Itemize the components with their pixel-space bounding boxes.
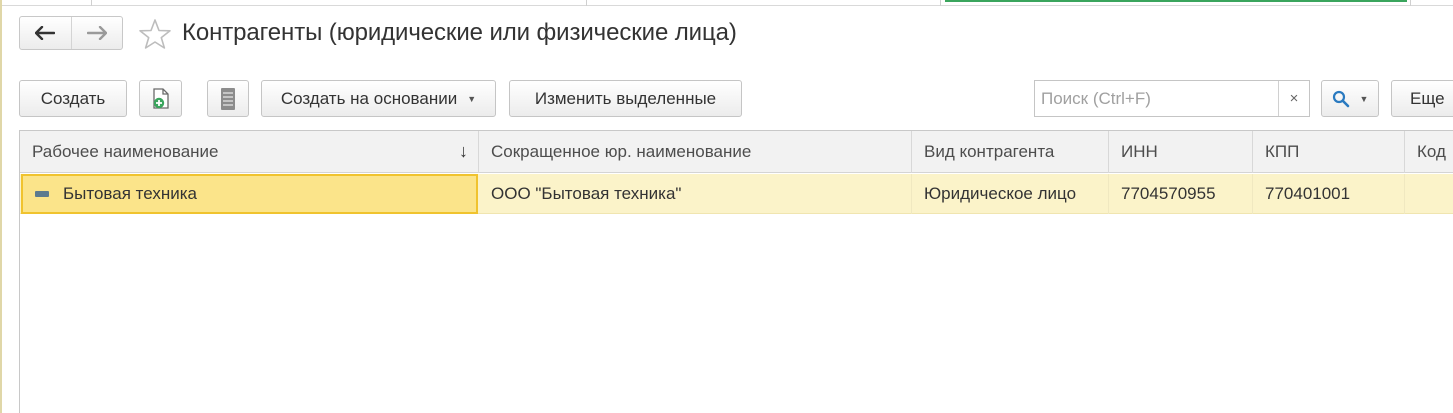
column-header-working-name[interactable]: Рабочее наименование ↓ — [20, 131, 479, 173]
page-title: Контрагенты (юридические или физические … — [182, 19, 737, 46]
column-header-code[interactable]: Код — [1405, 131, 1453, 173]
search-options-button[interactable]: ▼ — [1321, 80, 1379, 117]
cell-inn[interactable]: 7704570955 — [1109, 174, 1253, 214]
nav-group — [19, 16, 123, 50]
back-button[interactable] — [20, 17, 71, 49]
arrow-right-icon — [86, 26, 107, 40]
table-header: Рабочее наименование ↓ Сокращенное юр. н… — [20, 131, 1453, 173]
search-clear-button[interactable]: × — [1278, 81, 1309, 116]
tab-segment[interactable] — [92, 0, 587, 6]
sort-descending-icon: ↓ — [459, 141, 468, 161]
cell-text: Бытовая техника — [63, 184, 197, 203]
item-icon — [35, 191, 49, 197]
contractors-table: Рабочее наименование ↓ Сокращенное юр. н… — [19, 130, 1453, 413]
favorite-star-button[interactable] — [138, 18, 172, 50]
column-header-inn[interactable]: ИНН — [1109, 131, 1253, 173]
column-header-short-legal-name[interactable]: Сокращенное юр. наименование — [479, 131, 912, 173]
tab-segment[interactable] — [587, 0, 941, 6]
more-button[interactable]: Еще — [1391, 80, 1453, 117]
chevron-down-icon: ▼ — [467, 93, 477, 104]
top-tab-strip — [0, 0, 1453, 6]
create-copy-button[interactable] — [139, 80, 182, 117]
edit-selected-button[interactable]: Изменить выделенные — [509, 80, 742, 117]
column-header-kpp[interactable]: КПП — [1253, 131, 1405, 173]
arrow-left-icon — [35, 26, 56, 40]
tab-segment[interactable] — [0, 0, 92, 6]
left-panel-edge — [0, 0, 2, 413]
column-header-label: Рабочее наименование — [32, 142, 219, 161]
create-based-on-button[interactable]: Создать на основании ▼ — [261, 80, 496, 117]
active-tab-indicator — [945, 0, 1407, 2]
cell-code[interactable] — [1405, 174, 1453, 214]
cell-kpp[interactable]: 770401001 — [1253, 174, 1405, 214]
chevron-down-icon: ▼ — [1359, 93, 1369, 104]
star-icon — [139, 19, 171, 49]
search-input[interactable] — [1035, 81, 1279, 116]
create-based-on-label: Создать на основании — [280, 88, 458, 108]
list-settings-button[interactable] — [207, 80, 249, 117]
cell-contractor-type[interactable]: Юридическое лицо — [912, 174, 1109, 214]
cell-short-legal-name[interactable]: ООО "Бытовая техника" — [479, 174, 912, 214]
add-document-icon — [152, 87, 169, 109]
search-field: × — [1034, 80, 1310, 117]
create-button[interactable]: Создать — [19, 80, 127, 117]
cell-working-name[interactable]: Бытовая техника — [21, 174, 478, 214]
list-settings-icon — [221, 87, 235, 110]
column-header-contractor-type[interactable]: Вид контрагента — [912, 131, 1109, 173]
magnifier-icon — [1332, 90, 1349, 107]
forward-button[interactable] — [70, 17, 122, 49]
table-row[interactable]: Бытовая техника ООО "Бытовая техника" Юр… — [20, 174, 1453, 214]
